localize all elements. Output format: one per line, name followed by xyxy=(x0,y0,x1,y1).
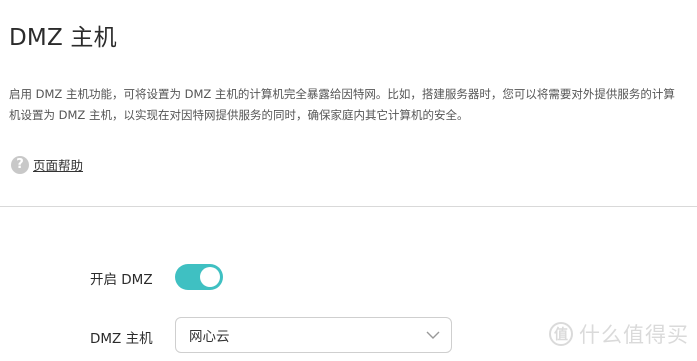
toggle-knob xyxy=(200,267,220,287)
chevron-down-icon xyxy=(426,331,440,339)
enable-dmz-toggle[interactable] xyxy=(175,264,223,290)
dmz-host-select-value: 网心云 xyxy=(189,329,230,345)
help-circle-icon: ? xyxy=(11,155,29,174)
page-description: 启用 DMZ 主机功能，可将设置为 DMZ 主机的计算机完全暴露给因特网。比如，… xyxy=(9,87,675,122)
page-help-link[interactable]: ? 页面帮助 xyxy=(11,155,83,174)
watermark: 值 什么值得买 xyxy=(549,319,689,349)
page-title: DMZ 主机 xyxy=(9,25,117,51)
dmz-host-select[interactable]: 网心云 xyxy=(175,317,452,353)
enable-dmz-label: 开启 DMZ xyxy=(90,272,153,288)
watermark-logo-icon: 值 xyxy=(549,322,573,346)
watermark-text: 什么值得买 xyxy=(579,323,689,347)
dmz-host-label: DMZ 主机 xyxy=(90,331,153,347)
section-divider xyxy=(0,206,697,207)
page-help-label[interactable]: 页面帮助 xyxy=(33,155,83,174)
